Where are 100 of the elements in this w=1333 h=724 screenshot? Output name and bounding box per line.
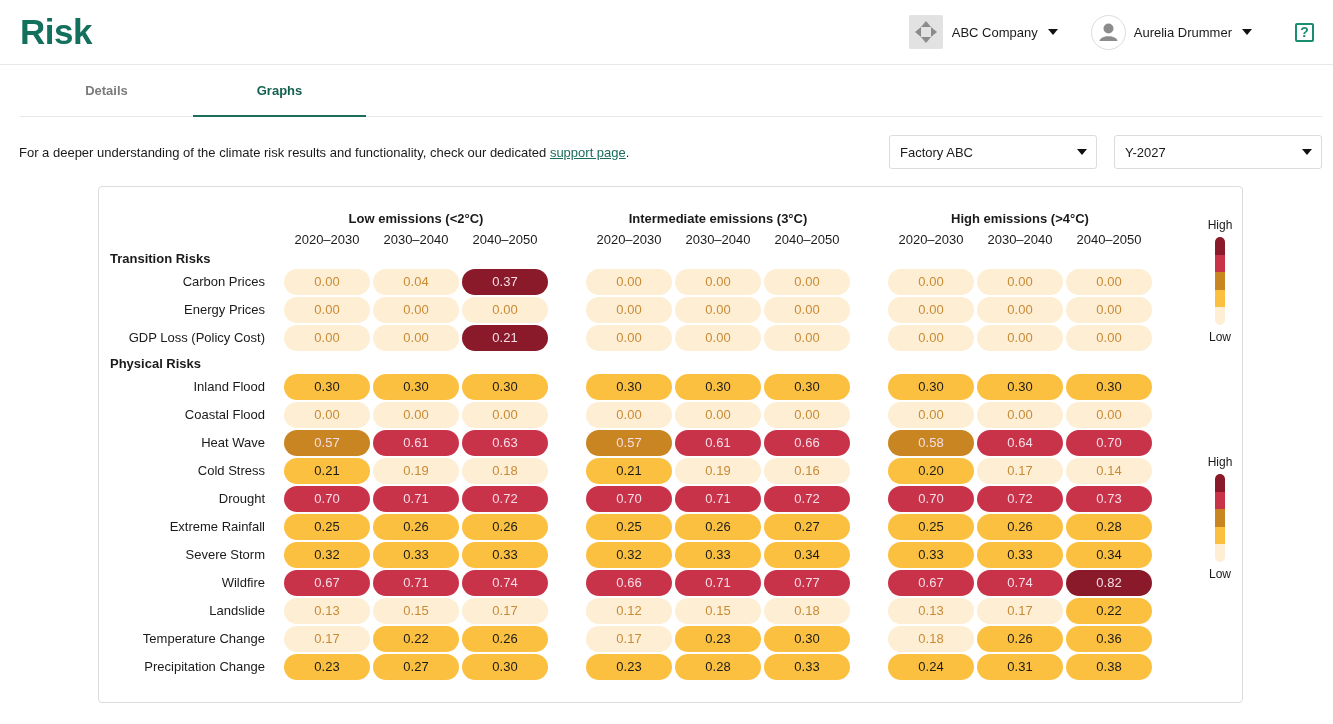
period-label: 2030–2040 (684, 232, 752, 248)
table-cell: 0.33 (977, 542, 1063, 568)
caret-icon (1242, 29, 1252, 35)
table-cell: 0.21 (586, 458, 672, 484)
table-cell: 0.00 (764, 269, 850, 295)
table-cell: 0.04 (373, 269, 459, 295)
table-cell: 0.30 (373, 374, 459, 400)
row-label: Landslide (208, 602, 265, 620)
legend-label: Low (1209, 566, 1231, 582)
table-cell: 0.00 (675, 402, 761, 428)
table-cell: 0.12 (586, 598, 672, 624)
table-cell: 0.17 (586, 626, 672, 652)
table-cell: 0.71 (675, 486, 761, 512)
table-cell: 0.00 (977, 269, 1063, 295)
period-label: 2040–2050 (773, 232, 841, 248)
table-cell: 0.00 (284, 297, 370, 323)
four-arrows-icon (908, 15, 943, 49)
support-link[interactable]: support page (549, 144, 626, 160)
row-label: Drought (217, 490, 265, 508)
table-cell: 0.00 (462, 402, 548, 428)
table-cell: 0.19 (373, 458, 459, 484)
table-cell: 0.30 (764, 374, 850, 400)
table-cell: 0.21 (462, 325, 548, 351)
table-cell: 0.25 (888, 514, 974, 540)
table-cell: 0.00 (675, 297, 761, 323)
table-cell: 0.36 (1066, 626, 1152, 652)
table-cell: 0.23 (284, 654, 370, 680)
table-cell: 0.33 (888, 542, 974, 568)
table-cell: 0.17 (284, 626, 370, 652)
dropdown[interactable]: Y-2027 (1114, 135, 1322, 169)
table-cell: 0.71 (373, 486, 459, 512)
table-cell: 0.00 (764, 297, 850, 323)
table-cell: 0.30 (1066, 374, 1152, 400)
tab[interactable]: Details (20, 65, 193, 117)
row-label: Extreme Rainfall (168, 518, 265, 536)
table-cell: 0.30 (675, 374, 761, 400)
table-cell: 0.16 (764, 458, 850, 484)
caret-icon (1077, 149, 1087, 155)
table-cell: 0.00 (586, 269, 672, 295)
table-cell: 0.34 (1066, 542, 1152, 568)
row-label: Inland Flood (192, 378, 265, 396)
table-cell: 0.14 (1066, 458, 1152, 484)
table-cell: 0.77 (764, 570, 850, 596)
table-cell: 0.22 (373, 626, 459, 652)
table-cell: 0.70 (586, 486, 672, 512)
table-cell: 0.57 (586, 430, 672, 456)
table-cell: 0.30 (462, 654, 548, 680)
table-cell: 0.37 (462, 269, 548, 295)
table-cell: 0.00 (586, 325, 672, 351)
table-cell: 0.00 (586, 297, 672, 323)
tab[interactable]: Graphs (193, 65, 366, 117)
period-label: 2030–2040 (382, 232, 450, 248)
legend-label: High (1207, 217, 1233, 233)
table-cell: 0.26 (977, 514, 1063, 540)
table-cell: 0.30 (888, 374, 974, 400)
table-cell: 0.18 (888, 626, 974, 652)
table-cell: 0.00 (284, 269, 370, 295)
table-cell: 0.33 (373, 542, 459, 568)
help-button[interactable]: ? (1295, 22, 1314, 42)
table-cell: 0.22 (1066, 598, 1152, 624)
table-cell: 0.00 (977, 297, 1063, 323)
table-cell: 0.00 (284, 325, 370, 351)
table-cell: 0.26 (977, 626, 1063, 652)
table-cell: 0.63 (462, 430, 548, 456)
avatar-icon (1090, 14, 1126, 50)
table-cell: 0.30 (764, 626, 850, 652)
row-label: Coastal Flood (183, 406, 265, 424)
table-cell: 0.31 (977, 654, 1063, 680)
table-cell: 0.71 (373, 570, 459, 596)
dropdown[interactable]: Factory ABC (889, 135, 1097, 169)
table-cell: 0.00 (373, 325, 459, 351)
table-cell: 0.00 (888, 269, 974, 295)
table-cell: 0.27 (764, 514, 850, 540)
caret-icon (1302, 149, 1312, 155)
table-cell: 0.67 (888, 570, 974, 596)
row-label: Cold Stress (196, 462, 265, 480)
row-label: Severe Storm (184, 546, 265, 564)
company-menu[interactable]: ABC Company (908, 15, 1058, 49)
legend-label: High (1207, 454, 1233, 470)
table-cell: 0.17 (977, 458, 1063, 484)
table-cell: 0.61 (675, 430, 761, 456)
period-label: 2040–2050 (1075, 232, 1143, 248)
table-cell: 0.61 (373, 430, 459, 456)
table-cell: 0.28 (675, 654, 761, 680)
table-cell: 0.23 (586, 654, 672, 680)
table-cell: 0.00 (977, 325, 1063, 351)
period-label: 2020–2030 (897, 232, 965, 248)
period-label: 2020–2030 (293, 232, 361, 248)
table-cell: 0.00 (764, 402, 850, 428)
table-cell: 0.34 (764, 542, 850, 568)
table-cell: 0.72 (462, 486, 548, 512)
table-cell: 0.23 (675, 626, 761, 652)
table-cell: 0.00 (373, 297, 459, 323)
table-cell: 0.72 (977, 486, 1063, 512)
table-cell: 0.13 (284, 598, 370, 624)
table-cell: 0.28 (1066, 514, 1152, 540)
table-cell: 0.66 (586, 570, 672, 596)
user-menu[interactable]: Aurelia Drummer (1090, 14, 1252, 50)
scenario-title: Low emissions (<2°C) (347, 211, 485, 227)
table-cell: 0.72 (764, 486, 850, 512)
